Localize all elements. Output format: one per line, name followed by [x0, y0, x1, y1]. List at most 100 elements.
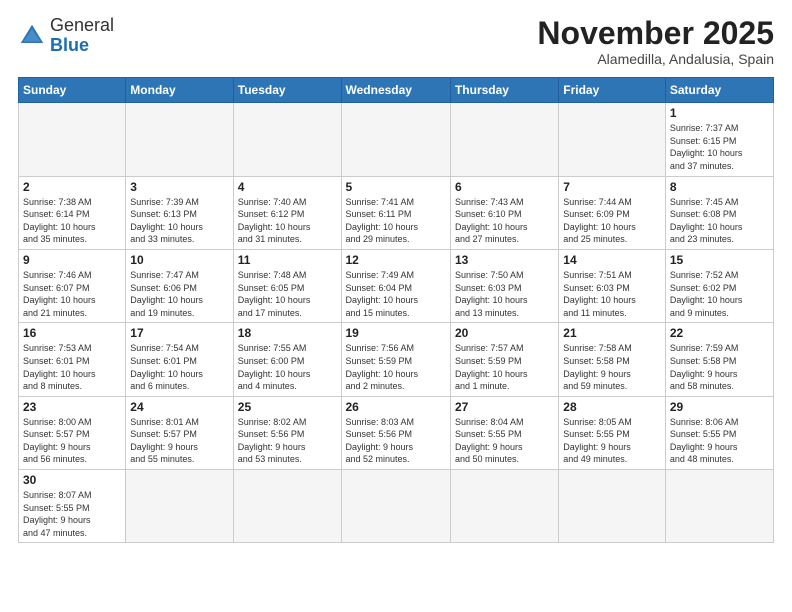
logo-text: General Blue	[50, 16, 114, 56]
table-row: 14 Sunrise: 7:51 AM Sunset: 6:03 PM Dayli…	[559, 249, 666, 322]
day-number: 25	[238, 400, 337, 414]
day-number: 10	[130, 253, 228, 267]
day-info: Sunrise: 7:58 AM Sunset: 5:58 PM Dayligh…	[563, 342, 661, 392]
day-info: Sunrise: 7:59 AM Sunset: 5:58 PM Dayligh…	[670, 342, 769, 392]
table-row: 8Sunrise: 7:45 AM Sunset: 6:08 PM Daylig…	[665, 176, 773, 249]
table-row: 20 Sunrise: 7:57 AM Sunset: 5:59 PM Dayli…	[450, 323, 558, 396]
day-info: Sunrise: 7:41 AM Sunset: 6:11 PM Dayligh…	[346, 196, 446, 246]
day-info: Sunrise: 8:03 AM Sunset: 5:56 PM Dayligh…	[346, 416, 446, 466]
calendar-row-6: 30Sunrise: 8:07 AM Sunset: 5:55 PM Dayli…	[19, 470, 774, 543]
weekday-header-row: Sunday Monday Tuesday Wednesday Thursday…	[19, 78, 774, 103]
table-row	[341, 470, 450, 543]
page: General Blue November 2025 Alamedilla, A…	[0, 0, 792, 612]
day-number: 12	[346, 253, 446, 267]
table-row: 28Sunrise: 8:05 AM Sunset: 5:55 PM Dayli…	[559, 396, 666, 469]
calendar-row-1: 1Sunrise: 7:37 AM Sunset: 6:15 PM Daylig…	[19, 103, 774, 176]
table-row	[126, 103, 233, 176]
day-number: 17	[130, 326, 228, 340]
table-row: 19 Sunrise: 7:56 AM Sunset: 5:59 PM Dayli…	[341, 323, 450, 396]
day-info: Sunrise: 7:43 AM Sunset: 6:10 PM Dayligh…	[455, 196, 554, 246]
table-row: 24Sunrise: 8:01 AM Sunset: 5:57 PM Dayli…	[126, 396, 233, 469]
day-info: Sunrise: 7:44 AM Sunset: 6:09 PM Dayligh…	[563, 196, 661, 246]
table-row: 17 Sunrise: 7:54 AM Sunset: 6:01 PM Dayli…	[126, 323, 233, 396]
calendar-row-2: 2 Sunrise: 7:38 AM Sunset: 6:14 PM Daylig…	[19, 176, 774, 249]
month-title: November 2025	[537, 16, 774, 51]
day-number: 3	[130, 180, 228, 194]
day-info: Sunrise: 8:06 AM Sunset: 5:55 PM Dayligh…	[670, 416, 769, 466]
day-number: 4	[238, 180, 337, 194]
table-row: 23Sunrise: 8:00 AM Sunset: 5:57 PM Dayli…	[19, 396, 126, 469]
day-info: Sunrise: 8:02 AM Sunset: 5:56 PM Dayligh…	[238, 416, 337, 466]
day-number: 14	[563, 253, 661, 267]
day-info: Sunrise: 7:53 AM Sunset: 6:01 PM Dayligh…	[23, 342, 121, 392]
table-row: 13Sunrise: 7:50 AM Sunset: 6:03 PM Dayli…	[450, 249, 558, 322]
day-number: 16	[23, 326, 121, 340]
day-number: 20	[455, 326, 554, 340]
location: Alamedilla, Andalusia, Spain	[537, 51, 774, 67]
table-row: 9Sunrise: 7:46 AM Sunset: 6:07 PM Daylig…	[19, 249, 126, 322]
table-row: 1Sunrise: 7:37 AM Sunset: 6:15 PM Daylig…	[665, 103, 773, 176]
day-number: 21	[563, 326, 661, 340]
table-row	[233, 470, 341, 543]
day-info: Sunrise: 7:49 AM Sunset: 6:04 PM Dayligh…	[346, 269, 446, 319]
day-info: Sunrise: 8:05 AM Sunset: 5:55 PM Dayligh…	[563, 416, 661, 466]
table-row: 30Sunrise: 8:07 AM Sunset: 5:55 PM Dayli…	[19, 470, 126, 543]
day-info: Sunrise: 7:48 AM Sunset: 6:05 PM Dayligh…	[238, 269, 337, 319]
calendar: Sunday Monday Tuesday Wednesday Thursday…	[18, 77, 774, 543]
day-info: Sunrise: 7:52 AM Sunset: 6:02 PM Dayligh…	[670, 269, 769, 319]
table-row: 25 Sunrise: 8:02 AM Sunset: 5:56 PM Dayli…	[233, 396, 341, 469]
table-row: 3 Sunrise: 7:39 AM Sunset: 6:13 PM Daylig…	[126, 176, 233, 249]
table-row	[559, 470, 666, 543]
day-number: 24	[130, 400, 228, 414]
day-number: 18	[238, 326, 337, 340]
table-row: 22 Sunrise: 7:59 AM Sunset: 5:58 PM Dayli…	[665, 323, 773, 396]
day-info: Sunrise: 7:51 AM Sunset: 6:03 PM Dayligh…	[563, 269, 661, 319]
header-thursday: Thursday	[450, 78, 558, 103]
table-row: 2 Sunrise: 7:38 AM Sunset: 6:14 PM Daylig…	[19, 176, 126, 249]
table-row: 27 Sunrise: 8:04 AM Sunset: 5:55 PM Dayli…	[450, 396, 558, 469]
day-number: 5	[346, 180, 446, 194]
day-info: Sunrise: 7:39 AM Sunset: 6:13 PM Dayligh…	[130, 196, 228, 246]
table-row: 6Sunrise: 7:43 AM Sunset: 6:10 PM Daylig…	[450, 176, 558, 249]
day-info: Sunrise: 7:45 AM Sunset: 6:08 PM Dayligh…	[670, 196, 769, 246]
header-saturday: Saturday	[665, 78, 773, 103]
day-info: Sunrise: 7:54 AM Sunset: 6:01 PM Dayligh…	[130, 342, 228, 392]
day-number: 22	[670, 326, 769, 340]
logo: General Blue	[18, 16, 114, 56]
day-info: Sunrise: 7:55 AM Sunset: 6:00 PM Dayligh…	[238, 342, 337, 392]
table-row: 7 Sunrise: 7:44 AM Sunset: 6:09 PM Daylig…	[559, 176, 666, 249]
day-number: 15	[670, 253, 769, 267]
logo-blue: Blue	[50, 36, 114, 56]
header-sunday: Sunday	[19, 78, 126, 103]
header-friday: Friday	[559, 78, 666, 103]
logo-icon	[18, 22, 46, 50]
table-row: 4 Sunrise: 7:40 AM Sunset: 6:12 PM Daylig…	[233, 176, 341, 249]
table-row	[19, 103, 126, 176]
day-number: 27	[455, 400, 554, 414]
day-number: 30	[23, 473, 121, 487]
day-number: 2	[23, 180, 121, 194]
table-row	[126, 470, 233, 543]
day-number: 9	[23, 253, 121, 267]
table-row: 15 Sunrise: 7:52 AM Sunset: 6:02 PM Dayli…	[665, 249, 773, 322]
day-info: Sunrise: 8:04 AM Sunset: 5:55 PM Dayligh…	[455, 416, 554, 466]
table-row	[450, 103, 558, 176]
day-info: Sunrise: 7:57 AM Sunset: 5:59 PM Dayligh…	[455, 342, 554, 392]
table-row: 16 Sunrise: 7:53 AM Sunset: 6:01 PM Dayli…	[19, 323, 126, 396]
day-number: 26	[346, 400, 446, 414]
table-row: 26 Sunrise: 8:03 AM Sunset: 5:56 PM Dayli…	[341, 396, 450, 469]
calendar-row-3: 9Sunrise: 7:46 AM Sunset: 6:07 PM Daylig…	[19, 249, 774, 322]
day-number: 7	[563, 180, 661, 194]
day-info: Sunrise: 7:40 AM Sunset: 6:12 PM Dayligh…	[238, 196, 337, 246]
table-row	[233, 103, 341, 176]
header-tuesday: Tuesday	[233, 78, 341, 103]
table-row: 18 Sunrise: 7:55 AM Sunset: 6:00 PM Dayli…	[233, 323, 341, 396]
table-row: 11Sunrise: 7:48 AM Sunset: 6:05 PM Dayli…	[233, 249, 341, 322]
header-monday: Monday	[126, 78, 233, 103]
day-number: 19	[346, 326, 446, 340]
table-row	[450, 470, 558, 543]
day-info: Sunrise: 7:38 AM Sunset: 6:14 PM Dayligh…	[23, 196, 121, 246]
table-row	[341, 103, 450, 176]
day-info: Sunrise: 7:56 AM Sunset: 5:59 PM Dayligh…	[346, 342, 446, 392]
table-row	[665, 470, 773, 543]
